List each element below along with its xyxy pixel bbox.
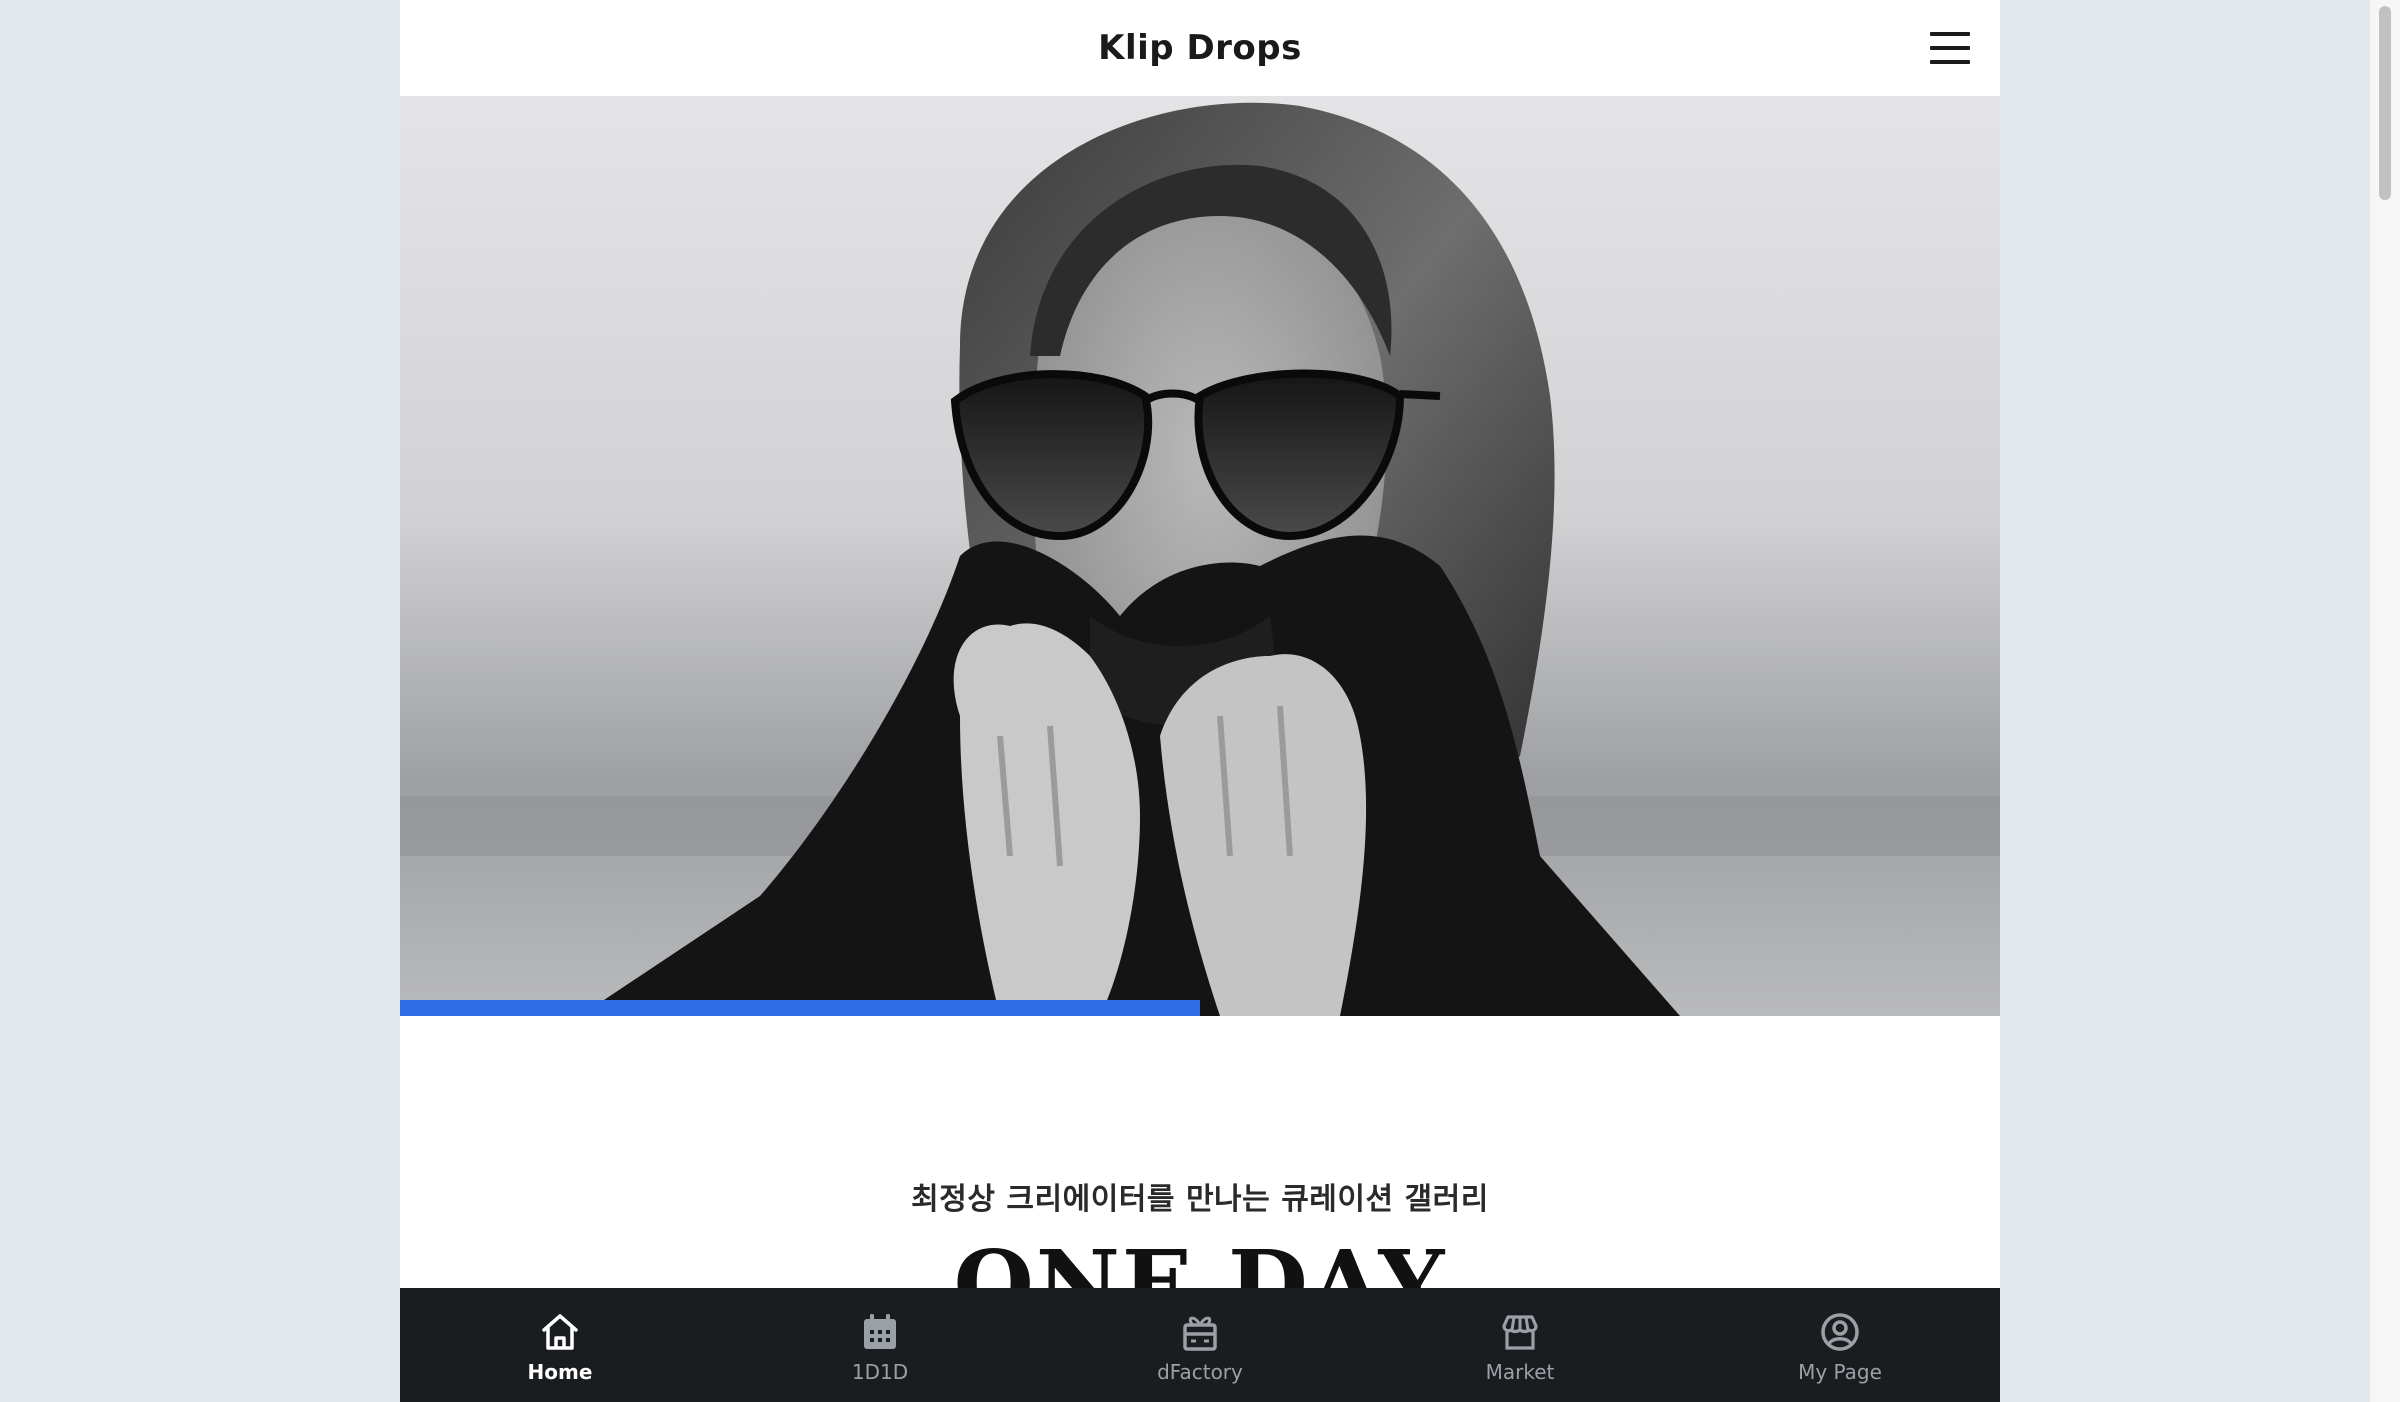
nav-item-market[interactable]: Market (1360, 1288, 1680, 1402)
menu-button[interactable] (1930, 28, 1970, 68)
calendar-icon (864, 1314, 896, 1349)
nav-label-dfactory: dFactory (1157, 1360, 1243, 1384)
nav-label-market: Market (1485, 1360, 1555, 1384)
brand-logo[interactable]: Klip Drops (1098, 28, 1302, 68)
nav-label-my-page: My Page (1798, 1360, 1882, 1384)
hamburger-menu-icon (1930, 32, 1970, 36)
scrollbar-thumb[interactable] (2379, 6, 2391, 200)
storefront-icon (1502, 1315, 1538, 1350)
gift-box-icon (1183, 1316, 1217, 1351)
nav-item-home[interactable]: Home (400, 1288, 720, 1402)
home-icon (542, 1314, 578, 1350)
nav-item-1d1d[interactable]: 1D1D (720, 1288, 1040, 1402)
user-circle-icon (1821, 1313, 1859, 1351)
bottom-navigation: Home 1D1D dFactory Market My Page (400, 1288, 2000, 1402)
nav-label-home: Home (527, 1360, 593, 1384)
nav-label-1d1d: 1D1D (851, 1360, 909, 1384)
slide-progress-bar (400, 1000, 2000, 1016)
hero-image (400, 96, 2000, 1016)
section-subtitle: 최정상 크리에이터를 만나는 큐레이션 갤러리 (911, 1182, 1489, 1217)
page-scrollbar[interactable] (2370, 0, 2400, 1402)
hero-banner[interactable] (400, 96, 2000, 1016)
nav-item-dfactory[interactable]: dFactory (1040, 1288, 1360, 1402)
app-frame: Klip Drops 최정상 크리에이터를 만나는 큐레이션 갤러리 ONE D… (400, 0, 2000, 1402)
nav-item-my-page[interactable]: My Page (1680, 1288, 2000, 1402)
header: Klip Drops (400, 0, 2000, 96)
slide-progress-fill (400, 1000, 1200, 1016)
